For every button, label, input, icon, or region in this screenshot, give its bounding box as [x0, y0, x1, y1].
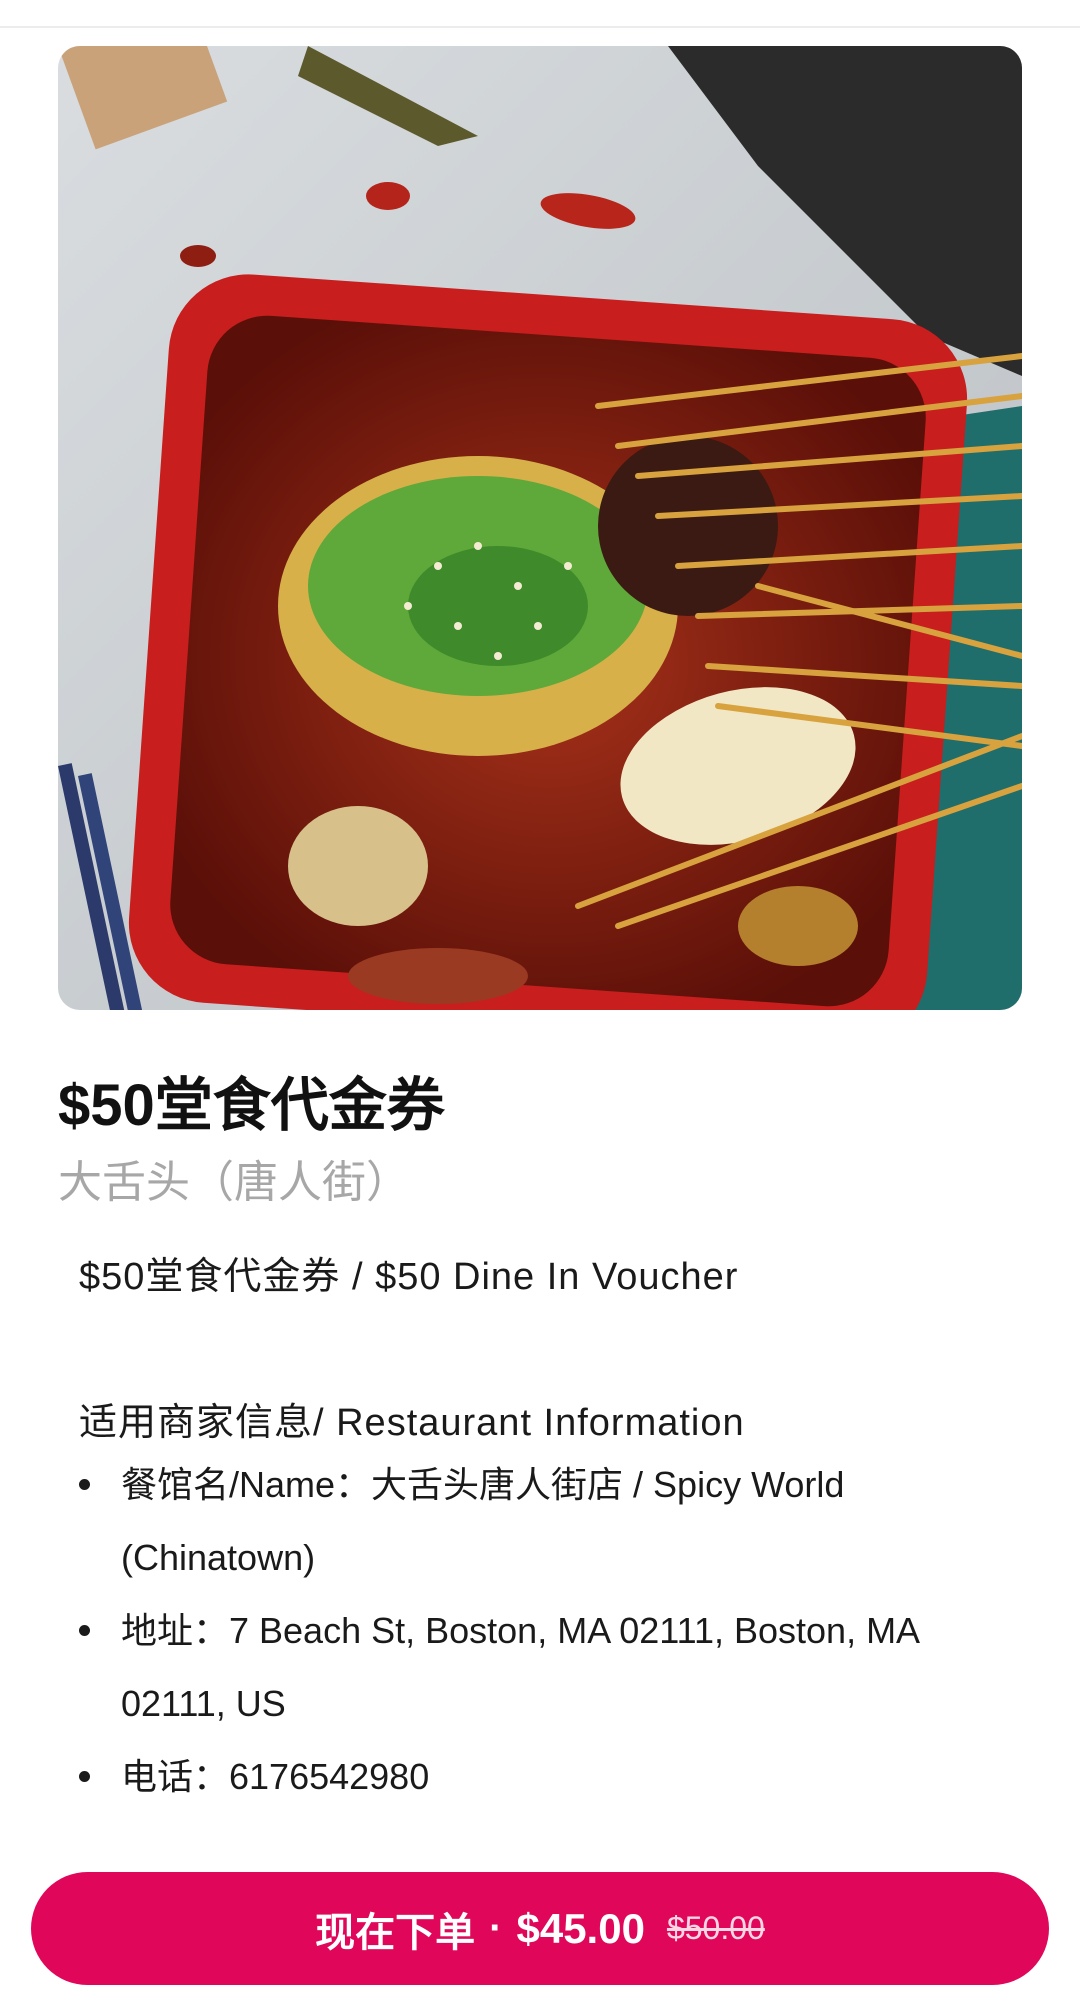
voucher-line: $50堂食代金券 / $50 Dine In Voucher — [79, 1256, 739, 1298]
list-item: 餐馆名/Name：大舌头唐人街店 / Spicy World (Chinatow… — [79, 1448, 1001, 1594]
product-image — [58, 46, 1022, 1010]
order-now-label: 现在下单 — [315, 1910, 476, 1955]
order-now-button[interactable]: 现在下单 · $45.00 $50.00 — [31, 1872, 1049, 1985]
original-price: $50.00 — [666, 1910, 765, 1946]
restaurant-address: 地址：7 Beach St, Boston, MA 02111, Boston,… — [121, 1610, 919, 1724]
bullet-icon — [79, 1771, 90, 1782]
restaurant-phone: 电话：6176542980 — [121, 1756, 430, 1797]
bullet-icon — [79, 1625, 90, 1636]
list-item: 电话：6176542980 — [79, 1740, 1001, 1813]
top-divider — [0, 0, 1080, 28]
order-separator: · — [489, 1906, 503, 1950]
product-title: $50堂食代金券 — [58, 1073, 445, 1138]
product-description: $50堂食代金券 / $50 Dine In Voucher 适用商家信息/ R… — [79, 1252, 999, 1813]
sale-price: $45.00 — [516, 1904, 645, 1952]
restaurant-name: 餐馆名/Name：大舌头唐人街店 / Spicy World (Chinatow… — [121, 1464, 845, 1578]
restaurant-info-heading: 适用商家信息/ Restaurant Information — [79, 1402, 745, 1444]
list-item: 地址：7 Beach St, Boston, MA 02111, Boston,… — [79, 1594, 1001, 1740]
restaurant-info-list: 餐馆名/Name：大舌头唐人街店 / Spicy World (Chinatow… — [79, 1448, 999, 1813]
merchant-name: 大舌头（唐人街） — [58, 1158, 410, 1207]
bullet-icon — [79, 1479, 90, 1490]
